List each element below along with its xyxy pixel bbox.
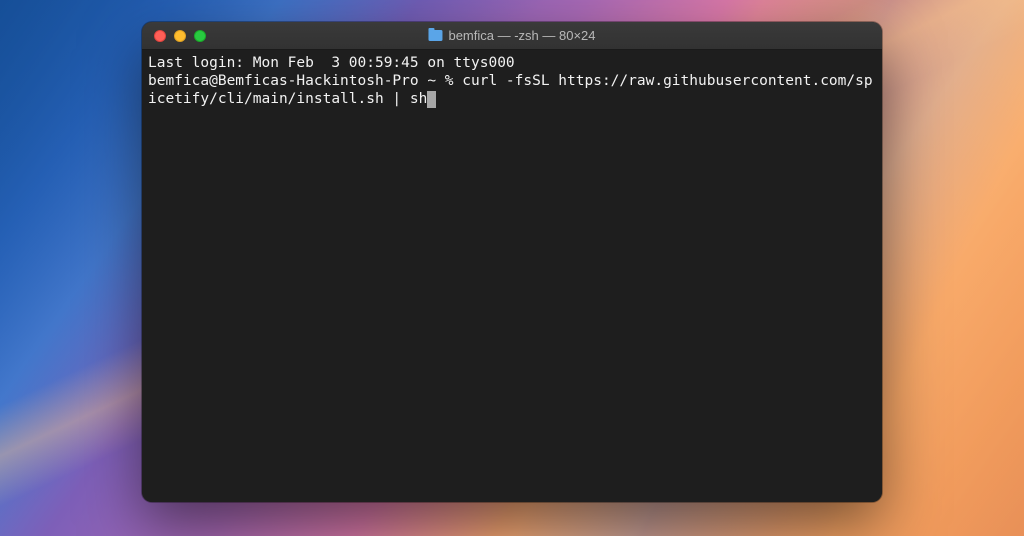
terminal-body[interactable]: Last login: Mon Feb 3 00:59:45 on ttys00…	[142, 50, 882, 502]
window-titlebar[interactable]: bemfica — -zsh — 80×24	[142, 22, 882, 50]
minimize-button[interactable]	[174, 30, 186, 42]
folder-icon	[428, 30, 442, 41]
shell-prompt: bemfica@Bemficas-Hackintosh-Pro ~ %	[148, 73, 462, 89]
maximize-button[interactable]	[194, 30, 206, 42]
last-login-line: Last login: Mon Feb 3 00:59:45 on ttys00…	[148, 55, 515, 71]
cursor	[427, 91, 436, 108]
terminal-window: bemfica — -zsh — 80×24 Last login: Mon F…	[142, 22, 882, 502]
window-title: bemfica — -zsh — 80×24	[448, 28, 595, 43]
close-button[interactable]	[154, 30, 166, 42]
traffic-lights	[142, 30, 206, 42]
window-title-container: bemfica — -zsh — 80×24	[428, 28, 595, 43]
